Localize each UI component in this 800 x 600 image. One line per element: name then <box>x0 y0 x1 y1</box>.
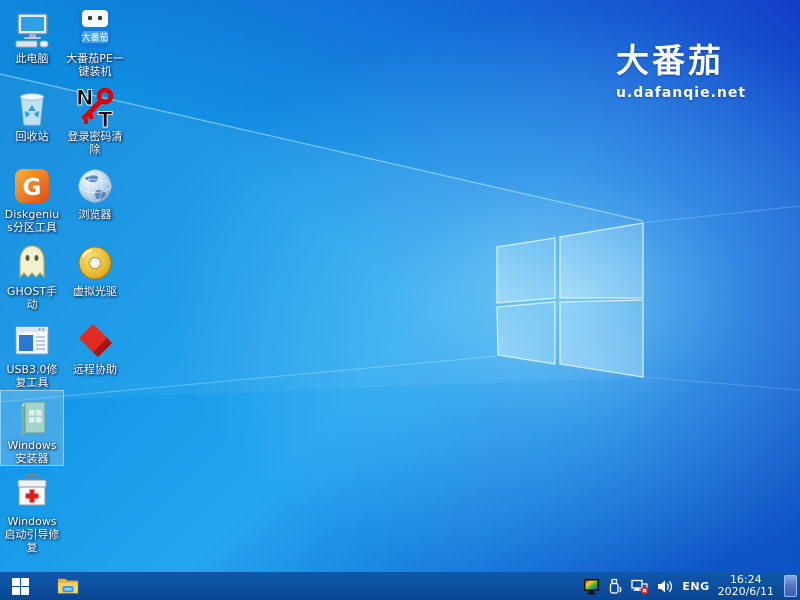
brand-watermark: 大番茄 u.dafanqie.net <box>616 44 746 100</box>
icon-label: 浏览器 <box>78 208 112 221</box>
desktop-icon-diskgenius[interactable]: G Diskgenius分区工具 <box>1 160 63 234</box>
icon-label: GHOST手动 <box>6 285 58 311</box>
show-desktop-button[interactable] <box>784 575 797 597</box>
ghost-icon <box>1 239 63 283</box>
desktop-icon-browser[interactable]: 浏览器 <box>64 160 126 221</box>
icon-label: 此电脑 <box>15 52 49 65</box>
pe-usb-plug-icon: 大番茄 <box>64 6 126 50</box>
desktop-icon-password-clear[interactable]: N T 登录密码清除 <box>64 82 126 156</box>
svg-text:G: G <box>23 175 42 201</box>
desktop-icon-windows-boot-repair[interactable]: Windows启动引导修复 <box>1 467 63 554</box>
clock-date: 2020/6/11 <box>717 585 774 598</box>
first-aid-kit-icon <box>1 469 63 513</box>
brand-name: 大番茄 <box>616 41 724 80</box>
icon-label: 大番茄PE一键装机 <box>66 52 124 78</box>
icon-label: USB3.0修复工具 <box>6 363 58 389</box>
icon-label: 远程协助 <box>73 363 117 376</box>
desktop-icon-virtual-cd[interactable]: 虚拟光驱 <box>64 237 126 298</box>
desktop-icon-ghost-manual[interactable]: GHOST手动 <box>1 237 63 311</box>
volume-tray-button[interactable] <box>657 572 674 600</box>
svg-text:大番茄: 大番茄 <box>81 32 108 44</box>
desktop-icon-windows-installer[interactable]: Windows安装器 <box>0 390 64 466</box>
icon-label: 虚拟光驱 <box>73 285 117 298</box>
globe-icon <box>64 162 126 206</box>
usb-device-icon <box>610 578 622 594</box>
icon-label: 登录密码清除 <box>67 130 123 156</box>
svg-text:T: T <box>98 108 113 128</box>
taskbar: ENG 16:24 2020/6/11 <box>0 572 800 600</box>
desktop-icon-usb3-repair[interactable]: USB3.0修复工具 <box>1 315 63 389</box>
icon-label: 回收站 <box>15 130 49 143</box>
display-color-icon <box>584 578 600 594</box>
start-button[interactable] <box>0 572 40 600</box>
desktop: 大番茄 u.dafanqie.net 此电脑 回收站 G Diskgenius分… <box>0 0 800 572</box>
file-explorer-button[interactable] <box>48 572 88 600</box>
svg-text:N: N <box>76 86 94 110</box>
icon-label: Diskgenius分区工具 <box>4 208 60 234</box>
software-box-icon <box>1 393 63 437</box>
network-tray-button[interactable] <box>631 572 649 600</box>
start-icon <box>11 577 29 595</box>
nt-key-icon: N T <box>64 84 126 128</box>
app-window-icon <box>1 317 63 361</box>
icon-label: Windows启动引导修复 <box>4 515 60 554</box>
desktop-icon-this-pc[interactable]: 此电脑 <box>1 4 63 65</box>
red-diamond-icon <box>64 317 126 361</box>
icon-label: Windows安装器 <box>7 439 57 465</box>
volume-icon <box>658 580 673 592</box>
file-explorer-icon <box>57 578 79 594</box>
brand-url: u.dafanqie.net <box>616 85 747 101</box>
cd-disc-icon <box>64 239 126 283</box>
clock[interactable]: 16:24 2020/6/11 <box>717 573 774 599</box>
this-pc-icon <box>1 6 63 50</box>
display-color-tray-button[interactable] <box>583 572 600 600</box>
desktop-icon-recycle-bin[interactable]: 回收站 <box>1 82 63 143</box>
usb-device-tray-button[interactable] <box>608 572 623 600</box>
diskgenius-icon: G <box>1 162 63 206</box>
desktop-icon-dafanqie-pe[interactable]: 大番茄 大番茄PE一键装机 <box>64 4 126 78</box>
network-disconnected-icon <box>631 579 649 594</box>
system-tray: ENG 16:24 2020/6/11 <box>583 572 800 600</box>
desktop-icon-remote-assist[interactable]: 远程协助 <box>64 315 126 376</box>
language-indicator[interactable]: ENG <box>682 580 709 593</box>
recycle-bin-icon <box>1 84 63 128</box>
